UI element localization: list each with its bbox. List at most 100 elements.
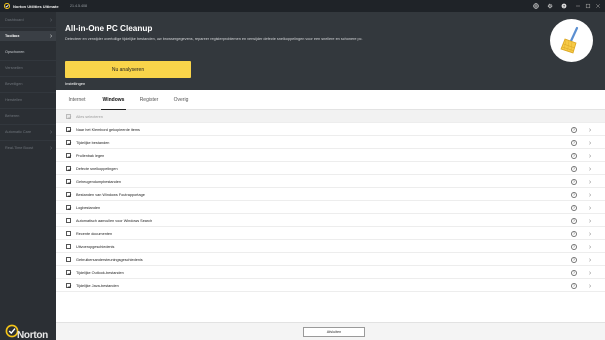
chevron-right-icon[interactable] [588, 283, 592, 288]
tab-overig[interactable]: Overig [172, 90, 190, 110]
help-icon[interactable]: ? [571, 152, 577, 159]
list-item[interactable]: Bestanden van Windows Foutrapportage? [56, 188, 605, 201]
close-icon[interactable] [594, 2, 602, 10]
chevron-right-icon[interactable] [588, 244, 592, 249]
chevron-right-icon[interactable] [588, 166, 592, 171]
settings-link[interactable]: Instellingen [65, 81, 85, 86]
norton-brand: Norton [17, 330, 48, 340]
item-checkbox[interactable] [66, 166, 72, 172]
close-button[interactable]: Afsluiten [303, 327, 365, 337]
help-icon[interactable]: ? [571, 165, 577, 172]
list-item[interactable]: Tijdelijke bestanden? [56, 136, 605, 149]
sidebar-item-toolbox[interactable]: Toolbox [0, 31, 56, 41]
help-icon[interactable]: ? [571, 230, 577, 237]
list-item[interactable]: Recente documenten? [56, 227, 605, 240]
chevron-right-icon [49, 146, 53, 150]
sidebar-item-beveiligen[interactable]: Beveiligen [0, 79, 56, 89]
chevron-right-icon[interactable] [588, 192, 592, 197]
sidebar-item-opschonen[interactable]: Opschonen [0, 47, 56, 57]
item-checkbox[interactable] [66, 218, 71, 223]
item-checkbox[interactable] [66, 127, 72, 133]
chevron-right-icon[interactable] [588, 140, 592, 145]
sidebar-item-label: Beveiligen [5, 82, 23, 86]
item-checkbox[interactable] [66, 179, 72, 185]
item-checkbox[interactable] [66, 231, 71, 236]
list-item[interactable]: Tijdelijke Java-bestanden? [56, 279, 605, 292]
item-label: Tijdelijke bestanden [76, 140, 110, 145]
tab-internet[interactable]: Internet [66, 90, 88, 110]
help-icon[interactable]: ? [571, 204, 577, 211]
item-checkbox[interactable] [66, 140, 72, 146]
chevron-right-icon[interactable] [588, 205, 592, 210]
app-version: 21.4.5.408 [70, 3, 87, 8]
help-icon[interactable]: ? [571, 126, 577, 133]
tab-register[interactable]: Register [138, 90, 160, 110]
sidebar-item-dashboard[interactable]: Dashboard [0, 15, 56, 25]
minimize-icon[interactable] [574, 2, 582, 10]
page-header: All-in-One PC Cleanup Detecteer en verwi… [56, 12, 605, 90]
item-checkbox[interactable] [66, 205, 72, 211]
help-icon[interactable]: ? [571, 256, 577, 263]
chevron-right-icon[interactable] [588, 153, 592, 158]
list-item[interactable]: Logbestanden? [56, 201, 605, 214]
help-icon[interactable]: ? [571, 139, 577, 146]
category-tabs: Internet Windows Register Overig [56, 90, 605, 110]
list-item[interactable]: Tijdelijke Outlook-bestanden? [56, 266, 605, 279]
item-checkbox[interactable] [66, 283, 72, 289]
select-all-checkbox[interactable] [66, 114, 72, 120]
maximize-icon[interactable] [584, 2, 592, 10]
sidebar-item-herstellen[interactable]: Herstellen [0, 95, 56, 105]
item-checkbox[interactable] [66, 257, 71, 262]
tab-windows[interactable]: Windows [101, 90, 126, 110]
chevron-right-icon[interactable] [588, 257, 592, 262]
chevron-right-icon [49, 34, 53, 38]
list-item[interactable]: Geheugendumpbestanden? [56, 175, 605, 188]
title-bar: Norton Utilities Ultimate 21.4.5.408 ? [0, 0, 605, 12]
sidebar-item-versnellen[interactable]: Versnellen [0, 63, 56, 73]
help-icon[interactable]: ? [571, 243, 577, 250]
item-label: Logbestanden [76, 205, 101, 210]
item-label: Uitvoeropgeschiedenis [76, 244, 115, 249]
chevron-right-icon[interactable] [588, 270, 592, 275]
sidebar-item-real-time-boost[interactable]: Real-Time Boost [0, 143, 56, 153]
gear-icon[interactable] [546, 2, 554, 10]
item-checkbox[interactable] [66, 270, 72, 276]
item-label: Automatisch aanvullen voor Windows Searc… [76, 218, 153, 223]
item-checkbox[interactable] [66, 153, 72, 159]
list-item[interactable]: Automatisch aanvullen voor Windows Searc… [56, 214, 605, 227]
chevron-right-icon[interactable] [588, 179, 592, 184]
sidebar-item-automatic-care[interactable]: Automatic Care [0, 127, 56, 137]
analyze-now-button[interactable]: Nu analyseren [65, 61, 191, 78]
sidebar: Dashboard Toolbox Opschonen Versnellen B… [0, 12, 56, 340]
item-checkbox[interactable] [66, 244, 71, 249]
item-label: Prullenbak legen [76, 153, 105, 158]
help-icon[interactable]: ? [571, 217, 577, 224]
chevron-right-icon [49, 18, 53, 22]
select-all-row[interactable]: Alles selecteren [56, 110, 605, 123]
item-label: Recente documenten [76, 231, 113, 236]
sidebar-item-label: Herstellen [5, 98, 23, 102]
help-icon[interactable]: ? [571, 191, 577, 198]
item-label: Tijdelijke Outlook-bestanden [76, 270, 124, 275]
help-icon[interactable]: ? [571, 178, 577, 185]
help-icon[interactable]: ? [571, 282, 577, 289]
cleanup-items-list: Alles selecteren Naar het Klembord gekop… [56, 110, 605, 320]
list-item[interactable]: Uitvoeropgeschiedenis? [56, 240, 605, 253]
help-icon[interactable]: ? [571, 269, 577, 276]
sidebar-item-label: Toolbox [5, 34, 20, 38]
list-item[interactable]: Naar het Klembord gekopieerde items? [56, 123, 605, 136]
sidebar-item-beheren[interactable]: Beheren [0, 111, 56, 121]
chevron-right-icon[interactable] [588, 127, 592, 132]
chevron-right-icon[interactable] [588, 231, 592, 236]
item-checkbox[interactable] [66, 192, 72, 198]
globe-icon[interactable] [532, 2, 540, 10]
list-item[interactable]: Gebruikersandersteuningsgeschiedenis? [56, 253, 605, 266]
list-item[interactable]: Prullenbak legen? [56, 149, 605, 162]
norton-logo-icon [3, 2, 11, 10]
sidebar-item-label: Dashboard [5, 18, 24, 22]
sidebar-item-label: Opschonen [5, 50, 25, 54]
list-item[interactable]: Defecte snelkoppelingen? [56, 162, 605, 175]
help-icon[interactable]: ? [560, 2, 568, 10]
chevron-right-icon[interactable] [588, 218, 592, 223]
sidebar-item-label: Real-Time Boost [5, 146, 34, 150]
